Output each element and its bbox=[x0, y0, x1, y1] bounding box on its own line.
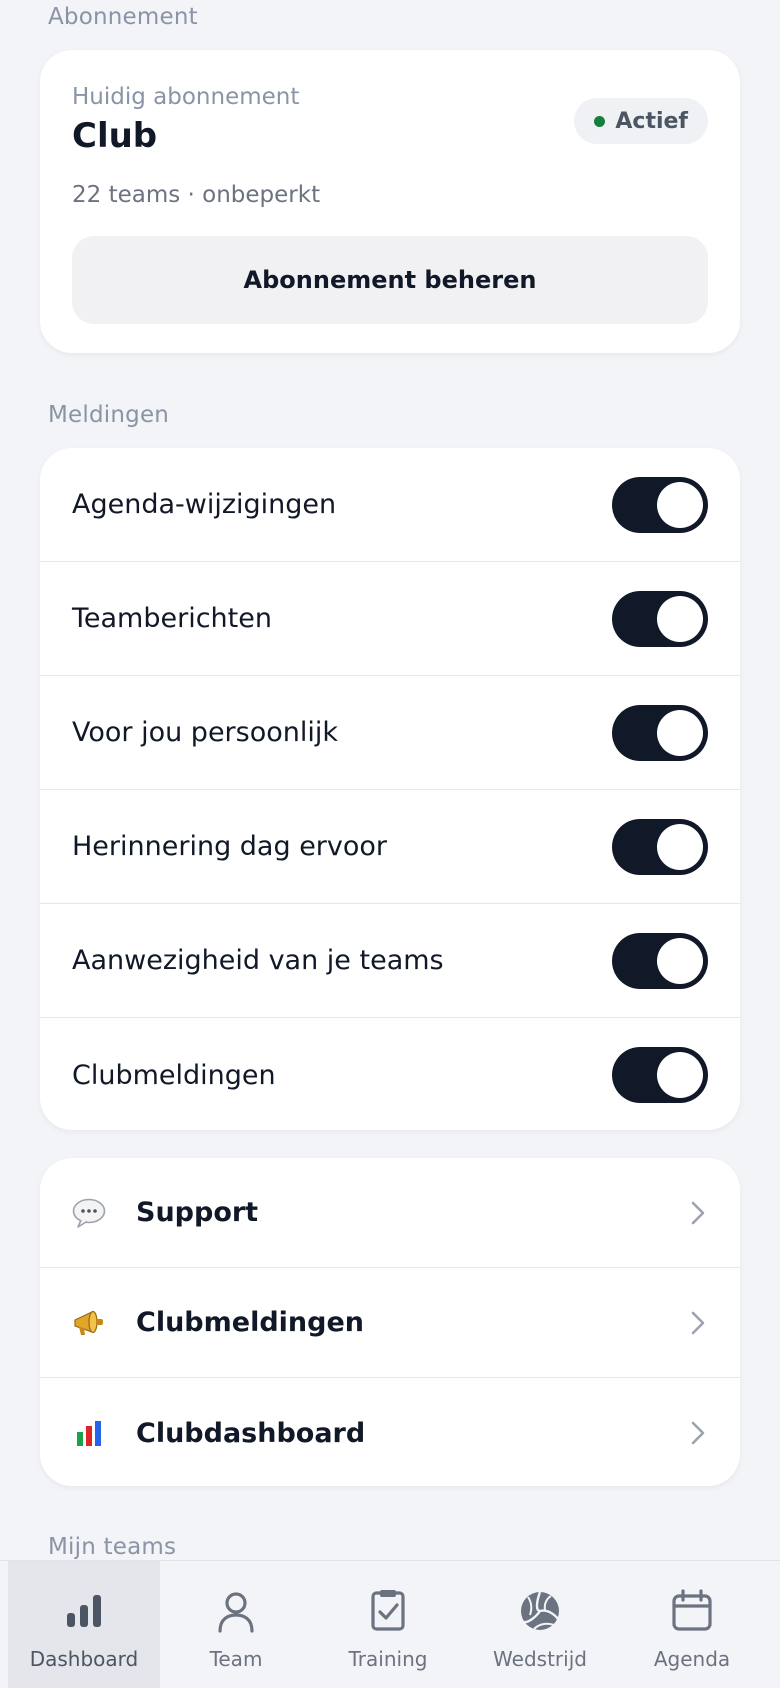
notification-row: Teamberichten bbox=[40, 562, 740, 676]
nav-label: Training bbox=[348, 1647, 428, 1671]
notification-row: Clubmeldingen bbox=[40, 1018, 740, 1130]
link-label: Clubdashboard bbox=[136, 1417, 366, 1449]
bar-chart-icon bbox=[72, 1416, 106, 1450]
subscription-plan: Club bbox=[72, 116, 158, 156]
notification-label: Herinnering dag ervoor bbox=[72, 831, 388, 862]
notification-toggle[interactable] bbox=[612, 818, 708, 875]
subscription-meta: 22 teams · onbeperkt bbox=[72, 182, 321, 208]
notification-toggle[interactable] bbox=[612, 590, 708, 647]
link-support[interactable]: Support bbox=[40, 1158, 740, 1268]
notification-label: Clubmeldingen bbox=[72, 1059, 276, 1091]
notification-label: Agenda-wijzigingen bbox=[72, 489, 337, 520]
toggle-knob bbox=[657, 823, 703, 870]
link-label: Clubmeldingen bbox=[136, 1307, 364, 1338]
calendar-icon bbox=[672, 1589, 712, 1631]
chevron-right-icon bbox=[691, 1201, 705, 1224]
notification-row: Herinnering dag ervoor bbox=[40, 790, 740, 904]
nav-wedstrijd[interactable]: Wedstrijd bbox=[464, 1561, 616, 1688]
toggle-knob bbox=[657, 1052, 703, 1098]
notification-toggle[interactable] bbox=[612, 1047, 708, 1103]
subscription-kicker: Huidig abonnement bbox=[72, 84, 300, 110]
speech-bubble-icon bbox=[72, 1196, 106, 1230]
notification-label: Teamberichten bbox=[72, 603, 272, 634]
person-icon bbox=[218, 1592, 254, 1633]
nav-label: Dashboard bbox=[29, 1647, 139, 1671]
nav-label: Agenda bbox=[653, 1647, 731, 1671]
nav-label: Team bbox=[209, 1647, 263, 1671]
bar-chart-icon bbox=[67, 1595, 101, 1627]
nav-dashboard[interactable]: Dashboard bbox=[8, 1561, 160, 1688]
megaphone-icon bbox=[72, 1306, 106, 1340]
section-label-subscription: Abonnement bbox=[48, 4, 198, 30]
toggle-knob bbox=[657, 595, 703, 642]
notification-row: Voor jou persoonlijk bbox=[40, 676, 740, 790]
link-label: Support bbox=[136, 1197, 259, 1228]
notification-toggle[interactable] bbox=[612, 932, 708, 989]
clipboard-check-icon bbox=[371, 1590, 405, 1631]
toggle-knob bbox=[657, 709, 703, 756]
link-clubmeldingen[interactable]: Clubmeldingen bbox=[40, 1268, 740, 1378]
nav-training[interactable]: Training bbox=[312, 1561, 464, 1688]
notification-label: Voor jou persoonlijk bbox=[72, 717, 339, 748]
section-label-notifications: Meldingen bbox=[48, 402, 170, 428]
notification-toggle[interactable] bbox=[612, 476, 708, 533]
notification-row: Aanwezigheid van je teams bbox=[40, 904, 740, 1018]
toggle-knob bbox=[657, 937, 703, 984]
nav-team[interactable]: Team bbox=[160, 1561, 312, 1688]
status-badge-label: Actief bbox=[615, 108, 688, 134]
section-label-my-teams: Mijn teams bbox=[48, 1534, 177, 1560]
notification-row: Agenda-wijzigingen bbox=[40, 448, 740, 562]
notification-label: Aanwezigheid van je teams bbox=[72, 945, 444, 976]
chevron-right-icon bbox=[691, 1311, 705, 1334]
toggle-knob bbox=[657, 481, 703, 528]
status-dot-icon bbox=[594, 115, 606, 127]
nav-agenda[interactable]: Agenda bbox=[616, 1561, 768, 1688]
nav-label: Wedstrijd bbox=[493, 1647, 587, 1671]
volleyball-icon bbox=[521, 1591, 559, 1630]
chevron-right-icon bbox=[691, 1421, 705, 1445]
bottom-nav: Dashboard Team Training Wedstrijd Agenda bbox=[0, 1560, 780, 1688]
manage-subscription-button[interactable]: Abonnement beheren bbox=[72, 236, 708, 324]
notifications-card: Agenda-wijzigingen Teamberichten Voor jo… bbox=[40, 448, 740, 1130]
link-clubdashboard[interactable]: Clubdashboard bbox=[40, 1378, 740, 1486]
subscription-card: Huidig abonnement Club 22 teams · onbepe… bbox=[40, 50, 740, 353]
links-card: Support Clubmeldingen Clubdashboard bbox=[40, 1158, 740, 1486]
notification-toggle[interactable] bbox=[612, 704, 708, 761]
status-badge: Actief bbox=[574, 98, 708, 144]
